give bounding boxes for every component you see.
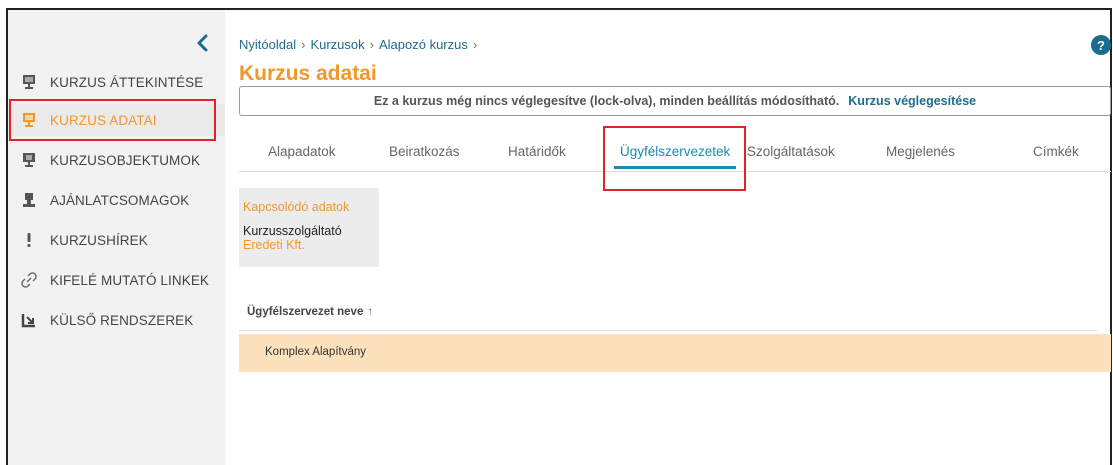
sidebar-item-label: KÜLSŐ RENDSZEREK xyxy=(50,312,194,328)
tab-cimkek[interactable]: Címkék xyxy=(1033,144,1079,159)
breadcrumb: Nyitóoldal › Kurzusok › Alapozó kurzus › xyxy=(239,37,482,52)
sidebar-item-label: KIFELÉ MUTATÓ LINKEK xyxy=(50,272,210,288)
finalize-course-link[interactable]: Kurzus véglegesítése xyxy=(848,94,976,108)
sidebar-item-kurzusobjektumok[interactable]: KURZUSOBJEKTUMOK xyxy=(8,144,225,176)
main-content: Nyitóoldal › Kurzusok › Alapozó kurzus › ? Ku… xyxy=(225,10,1113,465)
sidebar-item-kifele-mutato-linkek[interactable]: KIFELÉ MUTATÓ LINKEK xyxy=(8,264,225,296)
table-row[interactable]: Komplex Alapítvány xyxy=(239,334,1111,372)
sidebar-item-label: KURZUS ÁTTEKINTÉSE xyxy=(50,74,204,90)
tab-megjelenes[interactable]: Megjelenés xyxy=(886,144,955,159)
table-header-divider xyxy=(239,330,1097,331)
breadcrumb-item[interactable]: Nyitóoldal xyxy=(239,37,296,52)
breadcrumb-item[interactable]: Kurzusok xyxy=(310,37,364,52)
sort-ascending-icon: ↑ xyxy=(367,306,374,318)
lock-notice-banner: Ez a kurzus még nincs véglegesítve (lock… xyxy=(239,86,1111,116)
related-data-panel: Kapcsolódó adatok Kurzusszolgáltató Ered… xyxy=(239,188,379,267)
column-header-client-org-name[interactable]: Ügyfélszervezet neve ↑ xyxy=(247,306,373,318)
breadcrumb-separator: › xyxy=(369,37,374,52)
sidebar-item-label: KURZUS ADATAI xyxy=(50,112,157,128)
presentation-icon xyxy=(20,111,38,129)
sidebar-item-kulso-rendszerek[interactable]: KÜLSŐ RENDSZEREK xyxy=(8,304,225,336)
collapse-sidebar-button[interactable] xyxy=(192,32,214,54)
tab-beiratkozas[interactable]: Beiratkozás xyxy=(389,144,460,159)
course-provider-link[interactable]: Eredeti Kft. xyxy=(243,238,305,252)
active-tab-indicator xyxy=(614,166,736,169)
external-arrow-icon xyxy=(20,311,38,329)
sidebar-item-label: KURZUSOBJEKTUMOK xyxy=(50,152,201,168)
breadcrumb-separator: › xyxy=(301,37,306,52)
sidebar-item-ajanlatcsomagok[interactable]: AJÁNLATCSOMAGOK xyxy=(8,184,225,216)
tab-bar: Alapadatok Beiratkozás Határidők Ügyféls… xyxy=(239,116,1111,172)
sidebar-item-kurzus-attekintese[interactable]: KURZUS ÁTTEKINTÉSE xyxy=(8,66,225,98)
tab-hataridok[interactable]: Határidők xyxy=(508,144,566,159)
sidebar-item-label: KURZUSHÍREK xyxy=(50,232,148,248)
tab-alapadatok[interactable]: Alapadatok xyxy=(268,144,336,159)
link-icon xyxy=(20,271,38,289)
page-title: Kurzus adatai xyxy=(239,62,377,85)
package-icon xyxy=(20,191,38,209)
presentation-icon xyxy=(20,151,38,169)
table-cell-client-org-name: Komplex Alapítvány xyxy=(265,346,367,358)
tab-ugyfelszervezetek[interactable]: Ügyfélszervezetek xyxy=(620,144,730,159)
chevron-left-icon xyxy=(197,34,208,52)
column-header-label: Ügyfélszervezet neve xyxy=(247,306,364,318)
sidebar-item-label: AJÁNLATCSOMAGOK xyxy=(50,192,190,208)
help-icon[interactable]: ? xyxy=(1091,35,1111,55)
presentation-icon xyxy=(20,73,38,91)
sidebar: KURZUS ÁTTEKINTÉSE KURZUS ADATAI KURZUSO… xyxy=(8,10,225,465)
notice-text: Ez a kurzus még nincs véglegesítve (lock… xyxy=(373,94,840,108)
breadcrumb-item[interactable]: Alapozó kurzus xyxy=(379,37,468,52)
sidebar-item-kurzushirek[interactable]: KURZUSHÍREK xyxy=(8,224,225,256)
exclamation-icon xyxy=(20,231,38,249)
breadcrumb-separator: › xyxy=(472,37,478,52)
tab-szolgaltatasok[interactable]: Szolgáltatások xyxy=(747,144,835,159)
related-data-title: Kapcsolódó adatok xyxy=(243,200,350,214)
course-provider-label: Kurzusszolgáltató xyxy=(243,224,342,238)
sidebar-item-kurzus-adatai[interactable]: KURZUS ADATAI xyxy=(8,104,225,136)
